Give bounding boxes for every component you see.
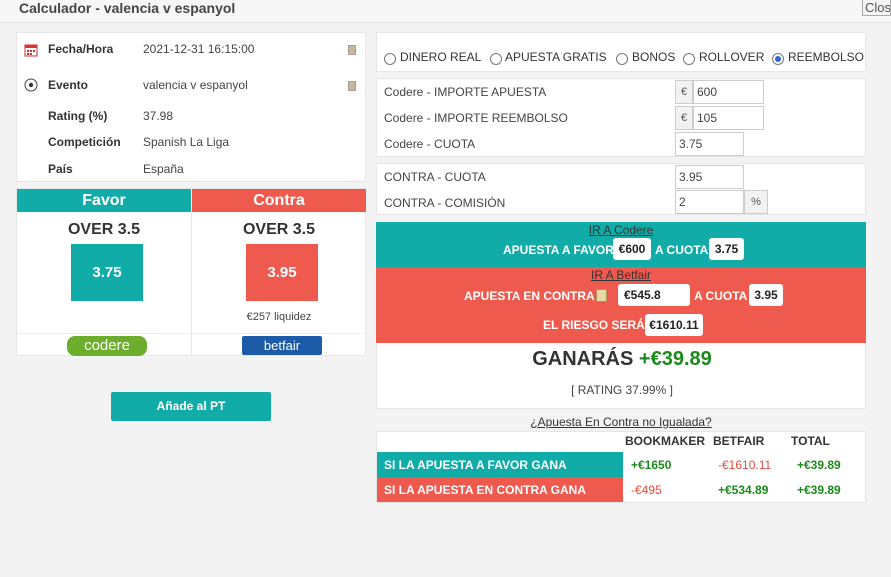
radio-reembolso-label[interactable]: REEMBOLSO: [788, 50, 864, 64]
bet-type-panel: DINERO REAL APUESTA GRATIS BONOS ROLLOVE…: [376, 32, 866, 72]
radio-dinero-real-label[interactable]: DINERO REAL: [400, 50, 481, 64]
rating-result: [ RATING 37.99% ]: [571, 383, 673, 397]
contra-cuota-label: A CUOTA: [694, 289, 748, 303]
codere-cuota-input[interactable]: 3.75: [675, 132, 744, 156]
apuesta-favor-label: APUESTA A FAVOR: [503, 243, 614, 257]
row-contra-total: +€39.89: [797, 483, 841, 497]
favor-bet-panel: IR A Codere APUESTA A FAVOR €600 A CUOTA…: [376, 222, 866, 267]
favor-cuota-value: 3.75: [709, 238, 744, 260]
row-contra-bookmaker: -€495: [631, 483, 662, 497]
favor-market: OVER 3.5: [67, 221, 141, 238]
apuesta-contra-value: €545.8: [618, 284, 690, 306]
contra-liquidity: €257 liquidez: [246, 311, 312, 323]
contra-comision-label: CONTRA - COMISIÓN: [384, 196, 506, 210]
apuesta-favor-value: €600: [613, 238, 651, 260]
row-label-favor-text: SI LA APUESTA A FAVOR GANA: [384, 458, 567, 472]
ir-a-codere-link[interactable]: IR A Codere: [376, 223, 866, 237]
fecha-value: 2021-12-31 16:15:00: [143, 42, 255, 56]
table-row: SI LA APUESTA EN CONTRA GANA -€495 +€534…: [377, 477, 865, 502]
evento-label: Evento: [48, 78, 89, 92]
ganaras-value: +€39.89: [638, 348, 712, 370]
row-favor-total: +€39.89: [797, 458, 841, 472]
rating-label: Rating (%): [48, 109, 108, 123]
reembolso-currency: €: [675, 106, 693, 130]
ganaras-line: GANARÁS +€39.89: [377, 348, 867, 371]
competicion-value: Spanish La Liga: [143, 135, 230, 149]
pais-label: País: [48, 162, 73, 176]
row-label-favor: SI LA APUESTA A FAVOR GANA: [377, 452, 623, 477]
betfair-logo-text: betfair: [263, 338, 301, 353]
fecha-label: Fecha/Hora: [48, 42, 114, 56]
row-contra-betfair: +€534.89: [718, 483, 769, 497]
contra-header: Contra: [192, 189, 366, 212]
ir-a-betfair-link[interactable]: IR A Betfair: [376, 268, 866, 282]
table-row: SI LA APUESTA A FAVOR GANA +€1650 -€1610…: [377, 452, 865, 477]
header-total: TOTAL: [791, 434, 830, 448]
radio-rollover[interactable]: [683, 53, 695, 65]
calendar-icon: [24, 44, 38, 57]
window-titlebar: Calculador - valencia v espanyol Close: [0, 0, 891, 22]
radio-dinero-real[interactable]: [384, 53, 396, 65]
contra-cuota-input[interactable]: 3.95: [675, 165, 744, 189]
row-favor-bookmaker: +€1650: [631, 458, 672, 472]
radio-reembolso[interactable]: [772, 53, 784, 65]
importe-reembolso-input[interactable]: 105: [693, 106, 764, 130]
window-title: Calculador - valencia v espanyol: [19, 0, 236, 16]
row-favor-betfair: -€1610.11: [718, 458, 772, 472]
result-panel: GANARÁS +€39.89 [ RATING 37.99% ]: [376, 343, 866, 409]
competicion-label: Competición: [48, 135, 121, 149]
exchange-inputs-panel: CONTRA - CUOTA 3.95 CONTRA - COMISIÓN 2 …: [376, 163, 866, 215]
favor-odds-box[interactable]: 3.75: [71, 244, 143, 301]
clipboard-icon[interactable]: [596, 289, 607, 302]
radio-bonos-label[interactable]: BONOS: [632, 50, 675, 64]
summary-table: BOOKMAKER BETFAIR TOTAL SI LA APUESTA A …: [376, 431, 866, 503]
contra-bet-panel: IR A Betfair APUESTA EN CONTRA €545.8 A …: [376, 267, 866, 343]
radio-bonos[interactable]: [616, 53, 628, 65]
riesgo-value: €1610.11: [645, 314, 703, 336]
soccer-ball-icon: [24, 78, 38, 92]
contra-market: OVER 3.5: [242, 221, 316, 238]
favor-header: Favor: [17, 189, 191, 212]
importe-apuesta-input[interactable]: 600: [693, 80, 764, 104]
evento-value: valencia v espanyol: [143, 78, 248, 92]
header-betfair: BETFAIR: [713, 434, 765, 448]
contra-comision-input[interactable]: 2: [675, 190, 744, 214]
riesgo-label: EL RIESGO SERÁ: [543, 318, 645, 332]
titlebar-divider: [0, 22, 891, 23]
codere-cuota-label: Codere - CUOTA: [384, 137, 476, 151]
radio-apuesta-gratis-label[interactable]: APUESTA GRATIS: [505, 50, 607, 64]
close-button[interactable]: Close: [862, 0, 891, 16]
codere-logo-text: codere: [84, 337, 130, 354]
comision-unit: %: [744, 190, 768, 214]
add-to-pt-button[interactable]: Añade al PT: [111, 392, 271, 421]
row-label-contra: SI LA APUESTA EN CONTRA GANA: [377, 477, 623, 502]
apuesta-no-igualada-link[interactable]: ¿Apuesta En Contra no Igualada?: [376, 415, 866, 429]
radio-apuesta-gratis[interactable]: [490, 53, 502, 65]
bookmaker-inputs-panel: Codere - IMPORTE APUESTA € 600 Codere - …: [376, 78, 866, 157]
logo-divider: [17, 333, 366, 334]
header-bookmaker: BOOKMAKER: [625, 434, 705, 448]
importe-currency: €: [675, 80, 693, 104]
rating-value: 37.98: [143, 109, 174, 123]
row-label-contra-text: SI LA APUESTA EN CONTRA GANA: [384, 483, 587, 497]
betfair-logo[interactable]: betfair: [242, 336, 322, 355]
codere-logo[interactable]: codere: [67, 336, 147, 356]
event-info-panel: Fecha/Hora 2021-12-31 16:15:00 Evento va…: [16, 32, 366, 182]
apuesta-contra-label: APUESTA EN CONTRA: [464, 289, 595, 303]
contra-odds-box[interactable]: 3.95: [246, 244, 318, 301]
favor-cuota-label: A CUOTA: [655, 243, 709, 257]
codere-reembolso-label: Codere - IMPORTE REEMBOLSO: [384, 111, 568, 125]
contra-cuota-label: CONTRA - CUOTA: [384, 170, 486, 184]
radio-rollover-label[interactable]: ROLLOVER: [699, 50, 764, 64]
pais-value: España: [143, 162, 184, 176]
copy-icon[interactable]: [348, 81, 356, 91]
ganaras-label: GANARÁS: [532, 348, 634, 370]
copy-icon[interactable]: [348, 45, 356, 55]
contra-cuota-value: 3.95: [749, 284, 783, 306]
codere-importe-label: Codere - IMPORTE APUESTA: [384, 85, 547, 99]
odds-panel: Favor Contra OVER 3.5 3.75 OVER 3.5 3.95…: [16, 188, 366, 356]
